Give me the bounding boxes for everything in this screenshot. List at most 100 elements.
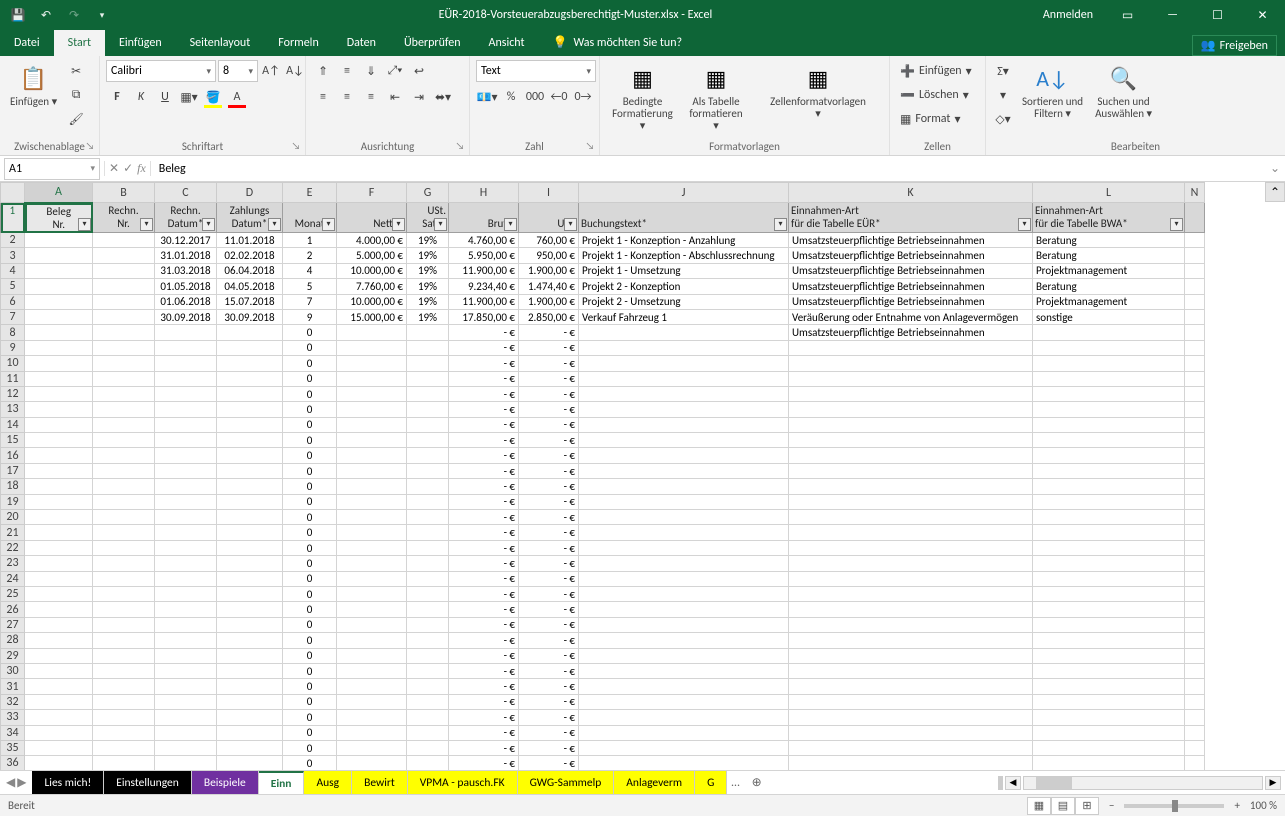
row-header-23[interactable]: 23 [1,556,25,571]
cell[interactable] [25,586,93,601]
cell[interactable]: - € [449,740,519,755]
col-header-K[interactable]: K [789,183,1033,203]
row-header-15[interactable]: 15 [1,433,25,448]
cell[interactable]: Projektmanagement [1033,294,1185,309]
table-header-cell[interactable]: Brutto▾ [449,203,519,233]
cell[interactable]: - € [449,586,519,601]
cell[interactable] [579,556,789,571]
cell[interactable] [407,571,449,586]
table-header-cell[interactable]: Rechn.Nr.▾ [93,203,155,233]
cell[interactable] [1033,556,1185,571]
cell[interactable]: 760,00 € [519,233,579,248]
cell[interactable]: 11.900,00 € [449,294,519,309]
cell[interactable] [579,433,789,448]
cell[interactable] [93,371,155,386]
cell[interactable]: - € [519,648,579,663]
cell[interactable] [337,602,407,617]
cell[interactable] [789,340,1033,355]
border-icon[interactable]: ▦▾ [178,86,200,108]
col-header-H[interactable]: H [449,183,519,203]
cell[interactable] [789,663,1033,678]
cell[interactable] [1033,371,1185,386]
sheet-nav-prev-icon[interactable]: ◀ [6,775,15,790]
cell[interactable] [155,402,217,417]
indent-decrease-icon[interactable]: ⇤ [384,86,406,108]
cell[interactable]: - € [449,694,519,709]
cell[interactable] [217,463,283,478]
col-header-J[interactable]: J [579,183,789,203]
filter-icon[interactable]: ▾ [392,218,405,231]
cell[interactable]: 0 [283,586,337,601]
cell[interactable] [217,586,283,601]
underline-button[interactable]: U [154,86,176,108]
page-layout-view-icon[interactable]: ▤ [1051,797,1075,815]
cell[interactable]: - € [449,448,519,463]
cell[interactable] [1033,602,1185,617]
cell[interactable] [93,510,155,525]
fx-icon[interactable]: fx [137,161,146,176]
cell[interactable] [25,494,93,509]
row-header-30[interactable]: 30 [1,663,25,678]
cell[interactable]: Beratung [1033,279,1185,294]
cell[interactable]: 0 [283,556,337,571]
cell[interactable]: - € [449,386,519,401]
cell[interactable] [155,602,217,617]
cell[interactable]: 4.760,00 € [449,233,519,248]
cell[interactable] [1033,725,1185,740]
row-header-22[interactable]: 22 [1,540,25,555]
cell[interactable]: - € [519,417,579,432]
align-left-icon[interactable]: ≡ [312,86,334,108]
cell[interactable]: - € [519,510,579,525]
cell[interactable] [217,648,283,663]
row-header-17[interactable]: 17 [1,463,25,478]
cell[interactable] [155,494,217,509]
cell[interactable]: 11.01.2018 [217,233,283,248]
cell[interactable] [579,602,789,617]
filter-icon[interactable]: ▾ [774,218,787,231]
cell[interactable] [337,540,407,555]
col-header-I[interactable]: I [519,183,579,203]
sheet-tab-einn[interactable]: Einn [259,771,305,794]
cell[interactable] [93,663,155,678]
cell[interactable] [1033,433,1185,448]
col-header-C[interactable]: C [155,183,217,203]
cell[interactable]: - € [519,633,579,648]
cell[interactable]: Verkauf Fahrzeug 1 [579,309,789,324]
cell[interactable] [579,679,789,694]
cell[interactable]: 0 [283,417,337,432]
cell[interactable]: 0 [283,756,337,770]
row-header-24[interactable]: 24 [1,571,25,586]
row-header-36[interactable]: 36 [1,756,25,770]
col-header-A[interactable]: A [25,183,93,203]
cell[interactable]: Beratung [1033,233,1185,248]
fill-color-icon[interactable]: 🪣 [202,86,224,108]
cell[interactable] [155,386,217,401]
cell[interactable] [93,540,155,555]
enter-formula-icon[interactable]: ✓ [123,161,133,176]
cell[interactable]: - € [449,633,519,648]
table-header-cell[interactable]: Einnahmen-Artfür die Tabelle EÜR*▾ [789,203,1033,233]
row-header-4[interactable]: 4 [1,263,25,278]
cell[interactable] [1033,756,1185,770]
bold-button[interactable]: F [106,86,128,108]
cell[interactable]: 2 [283,248,337,263]
cell[interactable]: 30.09.2018 [155,309,217,324]
cell[interactable] [217,340,283,355]
cell[interactable] [155,694,217,709]
cell[interactable] [217,417,283,432]
cell[interactable] [93,325,155,340]
cell[interactable] [579,586,789,601]
cell[interactable] [155,633,217,648]
cell[interactable] [25,633,93,648]
accounting-format-icon[interactable]: 💶▾ [476,86,498,108]
cell[interactable]: Projektmanagement [1033,263,1185,278]
cell[interactable]: Umsatzsteuerpflichtige Betriebseinnahmen [789,263,1033,278]
cell[interactable]: - € [449,325,519,340]
align-right-icon[interactable]: ≡ [360,86,382,108]
cell[interactable]: 0 [283,356,337,371]
cell[interactable]: - € [519,433,579,448]
scroll-right-icon[interactable]: ▶ [1265,776,1281,790]
cell[interactable] [25,756,93,770]
cell[interactable]: - € [449,663,519,678]
cell[interactable] [1033,463,1185,478]
